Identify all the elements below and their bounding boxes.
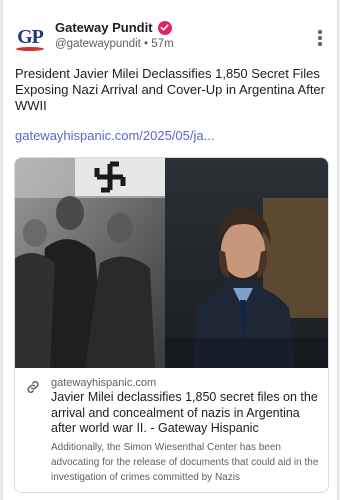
post-link[interactable]: gatewayhispanic.com/2025/05/ja... [15, 128, 214, 143]
author-name-row: Gateway Pundit [55, 20, 172, 35]
link-preview-description: Additionally, the Simon Wiesenthal Cente… [51, 442, 319, 483]
link-preview-meta: gatewayhispanic.com Javier Milei declass… [15, 368, 328, 492]
avatar-swoosh [16, 47, 44, 51]
author-display-name[interactable]: Gateway Pundit [55, 20, 153, 35]
post-timestamp[interactable]: 57m [151, 38, 173, 50]
link-preview-image[interactable] [15, 158, 328, 368]
separator-dot: • [144, 38, 149, 50]
avatar[interactable]: GP [13, 20, 47, 54]
link-preview-title: Javier Milei declassifies 1,850 secret f… [51, 390, 318, 435]
link-preview-card[interactable]: gatewayhispanic.com Javier Milei declass… [14, 157, 329, 493]
more-options-icon[interactable] [312, 28, 328, 48]
verified-badge-icon [157, 20, 172, 35]
author-handle[interactable]: @gatewaypundit [55, 38, 141, 50]
link-preview-domain: gatewayhispanic.com [51, 377, 157, 389]
author-handle-row: @gatewaypundit • 57m [55, 38, 174, 50]
link-icon [27, 381, 39, 393]
post-card: GP Gateway Pundit @gatewaypundit • 57m P… [2, 0, 338, 500]
avatar-initials: GP [17, 25, 44, 48]
post-text: President Javier Milei Declassifies 1,85… [15, 66, 325, 113]
